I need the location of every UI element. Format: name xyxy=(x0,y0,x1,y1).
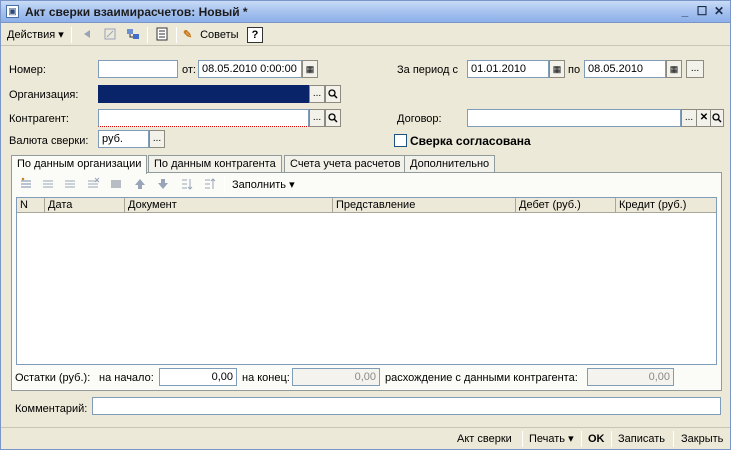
minimize-button[interactable]: _ xyxy=(677,4,693,19)
chevron-down-icon: ▾ xyxy=(289,179,295,191)
window-title: Акт сверки взаимирасчетов: Новый * xyxy=(25,5,248,19)
toolbar-divider xyxy=(522,431,523,447)
column-header-description[interactable]: Представление xyxy=(333,198,516,213)
sort-asc-icon[interactable] xyxy=(179,177,195,193)
tab-panel: Заполнить ▾ N Дата Документ Представлени… xyxy=(11,172,722,391)
calendar-icon[interactable]: ▦ xyxy=(549,60,565,78)
counterparty-select-button[interactable]: ... xyxy=(309,109,325,127)
lightbulb-icon: ✎ xyxy=(183,29,193,41)
calendar-icon[interactable]: ▦ xyxy=(302,60,318,78)
agreed-label: Сверка согласована xyxy=(410,134,531,148)
search-icon[interactable] xyxy=(325,109,341,127)
contract-label: Договор: xyxy=(397,113,442,125)
chevron-down-icon: ▾ xyxy=(568,433,574,445)
table-header: N Дата Документ Представление Дебет (руб… xyxy=(17,198,716,213)
document-list-icon[interactable] xyxy=(154,27,170,43)
balances-label: Остатки (руб.): xyxy=(15,372,91,384)
delete-row-icon[interactable] xyxy=(85,177,101,193)
actions-menu-button[interactable]: Действия ▾ xyxy=(7,26,64,44)
act-report-button[interactable]: Акт сверки xyxy=(457,430,512,448)
actions-menu-label: Действия xyxy=(7,29,56,41)
currency-label: Валюта сверки: xyxy=(9,135,89,147)
balance-start-label: на начало: xyxy=(99,372,154,384)
contract-select-button[interactable]: ... xyxy=(681,109,697,127)
contract-input[interactable] xyxy=(467,109,681,127)
tab-organization-data[interactable]: По данным организации xyxy=(11,155,148,174)
column-header-document[interactable]: Документ xyxy=(125,198,333,213)
document-icon: ▣ xyxy=(6,5,19,18)
advice-button[interactable]: ✎ Советы xyxy=(183,26,239,44)
command-bar: Действия ▾ ✎ Советы ? xyxy=(1,24,730,46)
back-arrow-icon[interactable] xyxy=(79,27,95,43)
reconciliation-table[interactable]: N Дата Документ Представление Дебет (руб… xyxy=(16,197,717,365)
counterparty-input[interactable] xyxy=(98,109,309,127)
tab-counterparty-data[interactable]: По данным контрагента xyxy=(148,155,282,173)
move-down-icon[interactable] xyxy=(155,177,171,193)
currency-input[interactable]: руб. xyxy=(98,130,149,148)
period-select-button[interactable]: ... xyxy=(686,60,704,78)
save-button[interactable]: Записать xyxy=(618,430,665,448)
number-label: Номер: xyxy=(9,64,46,76)
column-header-credit[interactable]: Кредит (руб.) xyxy=(616,198,716,213)
counterparty-label: Контрагент: xyxy=(9,113,69,125)
discrepancy-label: расхождение с данными контрагента: xyxy=(385,372,578,384)
tab-additional[interactable]: Дополнительно xyxy=(404,155,496,173)
move-up-icon[interactable] xyxy=(132,177,148,193)
ok-button[interactable]: OK xyxy=(588,430,605,448)
fill-menu-button[interactable]: Заполнить ▾ xyxy=(232,176,295,194)
chevron-down-icon: ▾ xyxy=(58,29,64,41)
print-label: Печать xyxy=(529,433,566,445)
close-window-button[interactable]: ✕ xyxy=(711,4,727,19)
period-label: За период с xyxy=(397,64,459,76)
tab-accounts[interactable]: Счета учета расчетов xyxy=(284,155,407,173)
edit-icon[interactable] xyxy=(102,27,118,43)
column-header-n[interactable]: N xyxy=(17,198,45,213)
period-start-input[interactable]: 01.01.2010 xyxy=(467,60,549,78)
toolbar-divider xyxy=(581,431,582,447)
form-action-bar: Акт сверки Печать ▾ OK Записать Закрыть xyxy=(1,427,730,449)
close-button[interactable]: Закрыть xyxy=(681,430,723,448)
organization-select-button[interactable]: ... xyxy=(309,85,325,103)
discrepancy-input: 0,00 xyxy=(587,368,674,386)
currency-select-button[interactable]: ... xyxy=(149,130,165,148)
comment-input[interactable] xyxy=(92,397,721,415)
add-row-icon[interactable] xyxy=(18,177,34,193)
date-label: от: xyxy=(182,64,196,76)
edit-row-icon[interactable] xyxy=(62,177,78,193)
toolbar-divider xyxy=(224,177,225,193)
period-end-input[interactable]: 08.05.2010 xyxy=(584,60,666,78)
maximize-button[interactable]: ☐ xyxy=(694,4,710,19)
toolbar-divider xyxy=(176,27,177,43)
column-header-date[interactable]: Дата xyxy=(45,198,125,213)
toolbar-divider xyxy=(611,431,612,447)
date-input[interactable]: 08.05.2010 0:00:00 xyxy=(198,60,302,78)
help-button[interactable]: ? xyxy=(247,27,263,43)
balance-end-input: 0,00 xyxy=(292,368,380,386)
organization-input[interactable] xyxy=(98,85,309,103)
agreed-checkbox[interactable] xyxy=(394,134,407,147)
period-to-label: по xyxy=(568,64,581,76)
search-icon[interactable] xyxy=(325,85,341,103)
structure-icon[interactable] xyxy=(125,27,141,43)
advice-label: Советы xyxy=(200,29,239,41)
search-icon[interactable] xyxy=(710,109,724,127)
fill-menu-label: Заполнить xyxy=(232,179,287,191)
copy-row-icon[interactable] xyxy=(40,177,56,193)
organization-label: Организация: xyxy=(9,89,79,101)
print-menu-button[interactable]: Печать ▾ xyxy=(529,430,574,448)
calendar-icon[interactable]: ▦ xyxy=(666,60,682,78)
toolbar-divider xyxy=(673,431,674,447)
column-header-debit[interactable]: Дебет (руб.) xyxy=(516,198,616,213)
balance-end-label: на конец: xyxy=(242,372,290,384)
sort-desc-icon[interactable] xyxy=(202,177,218,193)
toolbar-divider xyxy=(147,27,148,43)
number-input[interactable] xyxy=(98,60,178,78)
balance-start-input[interactable]: 0,00 xyxy=(159,368,237,386)
toolbar-divider xyxy=(71,27,72,43)
comment-label: Комментарий: xyxy=(15,403,88,415)
document-window: ▣ Акт сверки взаимирасчетов: Новый * _ ☐… xyxy=(0,0,731,450)
end-edit-icon[interactable] xyxy=(108,177,124,193)
title-bar[interactable]: ▣ Акт сверки взаимирасчетов: Новый * _ ☐… xyxy=(1,1,730,23)
